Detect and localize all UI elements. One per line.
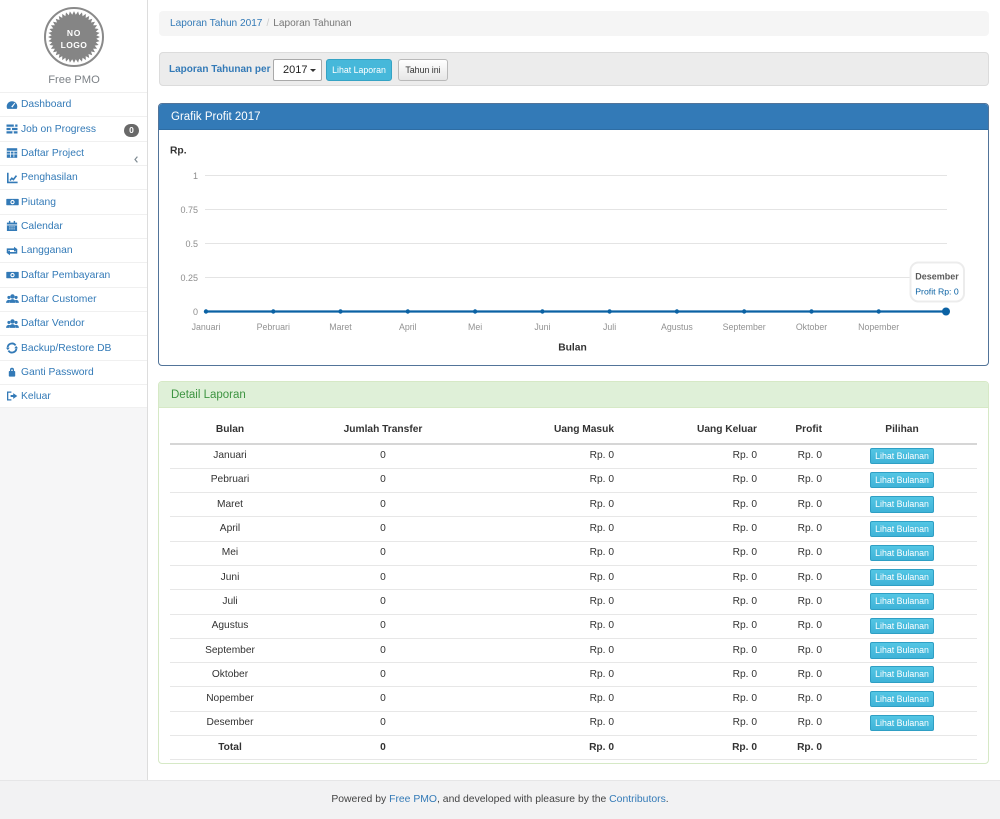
svg-text:Juni: Juni xyxy=(534,322,550,332)
svg-text:NO: NO xyxy=(67,28,81,38)
svg-text:Nopember: Nopember xyxy=(858,322,899,332)
svg-text:Juli: Juli xyxy=(603,322,616,332)
svg-text:Agustus: Agustus xyxy=(661,322,693,332)
svg-text:April: April xyxy=(399,322,417,332)
svg-text:Profit Rp: 0: Profit Rp: 0 xyxy=(915,287,959,297)
svg-text:0.25: 0.25 xyxy=(180,273,198,283)
svg-text:0.5: 0.5 xyxy=(185,239,198,249)
svg-text:0.75: 0.75 xyxy=(180,205,198,215)
svg-text:LOGO: LOGO xyxy=(61,40,88,50)
svg-text:Oktober: Oktober xyxy=(796,322,827,332)
svg-text:Pebruari: Pebruari xyxy=(257,322,290,332)
svg-text:September: September xyxy=(723,322,766,332)
svg-text:Januari: Januari xyxy=(192,322,221,332)
svg-text:Mei: Mei xyxy=(468,322,482,332)
svg-text:1: 1 xyxy=(193,171,198,181)
svg-text:Desember: Desember xyxy=(915,272,959,282)
svg-text:Maret: Maret xyxy=(329,322,352,332)
svg-text:Rp.: Rp. xyxy=(170,146,187,157)
svg-text:0: 0 xyxy=(193,307,198,317)
svg-text:Bulan: Bulan xyxy=(558,343,587,354)
